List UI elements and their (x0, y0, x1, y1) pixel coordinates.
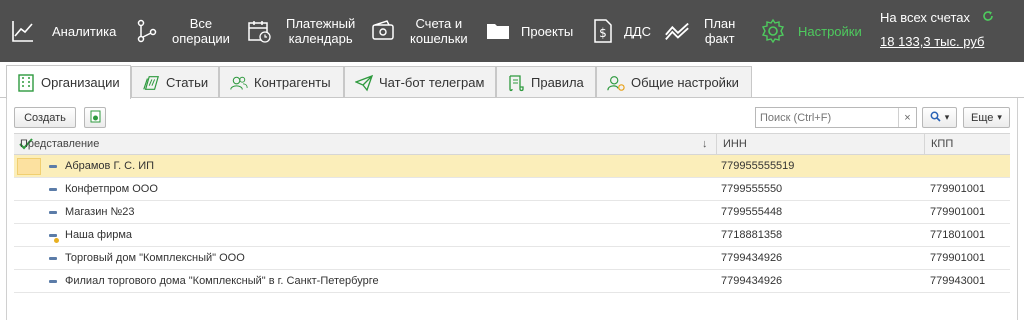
nav-item-accounts-wallets[interactable]: Счета и кошельки (370, 0, 468, 62)
nav-item-dds[interactable]: $ ДДС (590, 0, 651, 62)
gear-icon (760, 18, 786, 44)
nav-item-projects[interactable]: Проекты (485, 0, 573, 62)
row-inn: 7799434926 (721, 252, 783, 264)
table-row[interactable]: Конфетпром ООО 7799555550 779901001 (14, 178, 1010, 201)
tab-general-settings[interactable]: Общие настройки (596, 66, 752, 98)
search-button[interactable]: ▾ (922, 107, 957, 128)
row-kpp: 779901001 (930, 183, 986, 195)
item-marker-icon (49, 165, 57, 168)
nav-label-accounts-wallets: Счета и кошельки (410, 16, 468, 46)
svg-text:$: $ (599, 26, 607, 40)
accounts-totals: На всех счетах 18 133,3 тыс. руб (880, 10, 984, 49)
table-row[interactable]: Филиал торгового дома "Комплексный" в г.… (14, 270, 1010, 293)
tab-organizations[interactable]: Организации (6, 65, 131, 99)
tab-telegram-bot[interactable]: Чат-бот телеграм (344, 66, 496, 98)
scroll-icon (507, 74, 525, 92)
nav-label-all-operations: Все операции (172, 16, 230, 46)
row-inn: 7799555550 (721, 183, 783, 195)
tab-label: Контрагенты (254, 75, 331, 90)
wallet-icon (370, 18, 396, 44)
column-header-inn[interactable]: ИНН (716, 134, 924, 154)
more-button[interactable]: Еще ▾ (963, 107, 1010, 128)
row-inn: 7799555448 (721, 206, 783, 218)
search-input[interactable] (756, 108, 894, 127)
totals-label: На всех счетах (880, 10, 971, 25)
flow-icon (134, 18, 160, 44)
trend-icon (664, 18, 690, 44)
create-button[interactable]: Создать (14, 107, 76, 128)
row-kpp: 779901001 (930, 206, 986, 218)
row-inn: 7799434926 (721, 275, 783, 287)
table-row[interactable]: Наша фирма 7718881358 771801001 (14, 224, 1010, 247)
table-row[interactable]: Торговый дом "Комплексный" ООО 779943492… (14, 247, 1010, 270)
main-organization-icon (54, 238, 59, 243)
money-document-icon: $ (590, 18, 616, 44)
row-inn: 779955555519 (721, 160, 795, 172)
nav-item-analytics[interactable]: Аналитика (10, 0, 116, 62)
nav-label-settings: Настройки (798, 23, 862, 39)
nav-label-dds: ДДС (624, 23, 651, 39)
row-kpp: 771801001 (930, 229, 986, 241)
send-plane-icon (355, 74, 373, 92)
search-clear-button[interactable]: × (898, 108, 916, 127)
selection-marker (17, 158, 41, 175)
tab-articles[interactable]: Статьи (131, 66, 219, 98)
nav-label-payment-calendar: Платежный календарь (286, 16, 356, 46)
chart-line-icon (10, 18, 36, 44)
nav-item-payment-calendar[interactable]: Платежный календарь (246, 0, 355, 62)
column-header-name-wrap: Представление ↓ (14, 134, 716, 154)
nav-item-plan-fact[interactable]: План факт (664, 0, 735, 62)
row-name: Наша фирма (65, 229, 133, 241)
more-label: Еще (971, 111, 994, 124)
row-name: Торговый дом "Комплексный" ООО (65, 252, 245, 264)
search-field: × (755, 107, 917, 128)
tab-label: Правила (531, 75, 584, 90)
row-name: Магазин №23 (65, 206, 135, 218)
nav-item-settings[interactable]: Настройки (760, 0, 862, 62)
documents-stack-icon (142, 74, 160, 92)
item-marker-icon (49, 280, 57, 283)
totals-value-link[interactable]: 18 133,3 тыс. руб (880, 34, 984, 49)
row-name: Конфетпром ООО (65, 183, 158, 195)
tab-rules[interactable]: Правила (496, 66, 596, 98)
table-row[interactable]: Абрамов Г. С. ИП 779955555519 (14, 155, 1010, 178)
folder-icon (485, 18, 511, 44)
nav-label-projects: Проекты (521, 23, 574, 39)
table-row[interactable]: Магазин №23 7799555448 779901001 (14, 201, 1010, 224)
top-navigation-bar: Аналитика Все операции Платежный календа… (0, 0, 1024, 62)
row-name: Абрамов Г. С. ИП (65, 160, 155, 172)
building-icon (17, 73, 35, 92)
user-settings-icon (607, 74, 625, 92)
copy-document-icon (89, 110, 102, 126)
row-kpp: 779901001 (930, 252, 986, 264)
tab-counterparties[interactable]: Контрагенты (219, 66, 344, 98)
magnifier-icon (930, 111, 941, 125)
column-header-name[interactable]: Представление (20, 134, 99, 154)
nav-item-all-operations[interactable]: Все операции (134, 0, 230, 62)
refresh-icon[interactable] (982, 10, 994, 25)
column-header-kpp[interactable]: КПП (924, 134, 1010, 154)
item-marker-icon (49, 188, 57, 191)
tab-label: Чат-бот телеграм (379, 75, 485, 90)
calendar-icon (246, 18, 272, 44)
copy-button[interactable] (84, 107, 106, 128)
tab-label: Общие настройки (631, 75, 739, 90)
chevron-down-icon: ▾ (997, 112, 1002, 122)
settings-tabs: Организации Статьи Контрагенты Чат-бот т… (0, 64, 1024, 99)
row-kpp: 779943001 (930, 275, 986, 287)
users-icon (230, 74, 248, 92)
nav-label-analytics: Аналитика (52, 23, 117, 39)
sort-arrow-icon[interactable]: ↓ (702, 134, 708, 154)
tab-label: Организации (41, 75, 120, 90)
dropdown-arrow-icon: ▾ (944, 112, 950, 122)
nav-label-plan-fact: План факт (704, 16, 736, 46)
table-header: Представление ↓ ИНН КПП (14, 133, 1010, 155)
row-name: Филиал торгового дома "Комплексный" в г.… (65, 275, 379, 287)
tab-label: Статьи (166, 75, 209, 90)
item-marker-icon (49, 234, 57, 237)
item-marker-icon (49, 211, 57, 214)
item-marker-icon (49, 257, 57, 260)
row-inn: 7718881358 (721, 229, 783, 241)
